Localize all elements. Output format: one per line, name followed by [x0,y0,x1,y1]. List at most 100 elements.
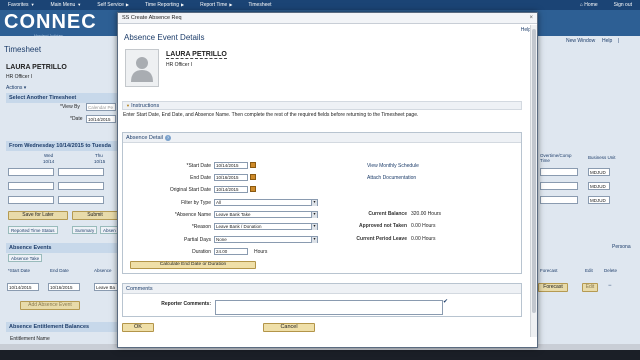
calculate-end-date-button[interactable]: Calculate End Date or Duration [130,261,256,269]
cancel-button[interactable]: Cancel [263,323,315,332]
absence-detail-section: Absence Detail? *Start Date 10/14/2015 E… [122,132,522,274]
day-header-thu: Thu [95,153,103,158]
add-absence-event-button[interactable]: Add Absence Event [20,301,80,310]
nav-signout[interactable]: Sign out [606,2,640,8]
nav-timesheet[interactable]: Timesheet [240,2,279,8]
time-cell[interactable] [58,168,104,176]
nav-favorites-label: Favorites [8,2,29,8]
business-unit-input[interactable]: MDJUD [588,168,610,176]
duration-label: Duration [192,249,211,255]
time-cell[interactable] [8,196,54,204]
view-monthly-schedule-link[interactable]: View Monthly Schedule [367,163,419,169]
original-start-date-label: Original Start Date [169,187,211,193]
help-icon[interactable]: ? [165,135,171,141]
actions-menu[interactable]: Actions ▾ [6,85,26,91]
calendar-icon[interactable] [250,174,256,180]
chevron-down-icon: ▼ [311,237,317,243]
time-cell[interactable] [8,182,54,190]
overtime-cell[interactable] [540,182,578,190]
end-date-input[interactable]: 10/16/2015 [214,174,248,181]
forecast-button[interactable]: Forecast [538,283,568,292]
date-label: *Date [70,116,83,122]
modal-header-title: SS Create Absence Req [122,15,182,21]
original-start-date-input[interactable]: 10/14/2015 [214,186,248,193]
business-unit-input[interactable]: MDJUD [588,182,610,190]
tab-absence-take[interactable]: Absence Take [8,254,43,262]
calendar-icon[interactable] [250,186,256,192]
view-by-label: *View By [60,104,80,110]
chevron-down-icon: ▼ [30,2,35,7]
nav-time-reporting[interactable]: Time Reporting ▶ [137,2,192,8]
time-cell[interactable] [8,168,54,176]
personal-link[interactable]: Persona [612,244,631,250]
submit-button[interactable]: Submit [72,211,118,220]
tab-summary[interactable]: Summary [72,226,98,234]
view-by-select[interactable]: Calendar Pe [86,103,116,111]
period-header: From Wednesday 10/14/2015 to Tuesda [6,141,118,151]
avatar [125,49,159,87]
scrollbar-thumb[interactable] [532,29,536,313]
nav-home[interactable]: ⌂ Home [572,2,606,8]
nav-main-menu[interactable]: Main Menu ▼ [43,2,90,8]
edit-button[interactable]: Edit [582,283,598,292]
person-silhouette-icon [131,57,153,82]
nav-self-service[interactable]: Self Service ▶ [89,2,137,8]
reporter-comments-label: Reporter Comments: [161,301,211,307]
col-start-date: *Start Date [8,268,31,273]
chevron-down-icon: ▼ [77,2,82,7]
new-window-link[interactable]: New Window [566,38,595,44]
nav-time-reporting-label: Time Reporting [145,2,179,8]
instructions-header[interactable]: ▼ Instructions [122,101,522,110]
save-for-later-button[interactable]: Save for Later [8,211,68,220]
time-cell[interactable] [58,182,104,190]
close-icon[interactable]: × [529,15,533,21]
tab-reported-time-status[interactable]: Reported Time Status [8,226,58,234]
reporter-comments-textarea[interactable] [215,300,443,315]
absence-detail-header: Absence Detail? [123,133,521,143]
spellcheck-icon[interactable]: ✔ [443,298,448,305]
personalize-link[interactable]: | [618,38,619,44]
attach-documentation-link[interactable]: Attach Documentation [367,175,416,181]
tab-absence[interactable]: Absen [100,226,119,234]
partial-days-label: Partial Days [184,237,211,243]
entitlement-header: Absence Entitlement Balances [6,322,118,332]
reason-select[interactable]: Leave Bank / Donation ▼ [214,223,318,230]
current-balance-label: Current Balance [368,211,407,217]
current-period-leave-value: 0.00 Hours [411,236,436,242]
partial-days-value: None [216,237,227,242]
modal-vertical-scrollbar[interactable] [530,25,537,337]
row-end-date[interactable]: 10/16/2015 [48,283,80,291]
employee-job: HR Officer I [6,74,33,80]
absence-name-select[interactable]: Leave Bank Take ▼ [214,211,318,218]
nav-report-time-label: Report Time [200,2,228,8]
calendar-icon[interactable] [250,162,256,168]
duration-input[interactable]: 24.00 [214,248,248,255]
overtime-cell[interactable] [540,168,578,176]
nav-self-service-label: Self Service [97,2,124,8]
chevron-down-icon: ▼ [311,200,317,206]
nav-report-time[interactable]: Report Time ▶ [192,2,240,8]
ok-button[interactable]: OK [122,323,154,332]
actions-label: Actions [6,85,23,91]
instructions-text: Enter Start Date, End Date, and Absence … [123,112,419,118]
absence-detail-label: Absence Detail [126,135,163,141]
business-unit-input[interactable]: MDJUD [588,196,610,204]
col-edit: Edit [585,268,593,273]
delete-icon[interactable]: − [608,283,612,289]
partial-days-select[interactable]: None ▼ [214,236,318,243]
help-link[interactable]: Help [602,38,612,44]
start-date-input[interactable]: 10/14/2015 [214,162,248,169]
nav-favorites[interactable]: Favorites ▼ [0,2,43,8]
row-absence[interactable]: Leave Ba [94,283,118,291]
col-business-unit: Business Unit [588,155,616,160]
current-period-leave-label: Current Period Leave [356,236,407,242]
time-cell[interactable] [58,196,104,204]
filter-by-type-select[interactable]: All ▼ [214,199,318,206]
employee-name: LAURA PETRILLO [166,51,227,59]
reason-value: Leave Bank / Donation [216,224,262,229]
instructions-label: Instructions [131,103,160,109]
date-input[interactable]: 10/14/2015 [86,115,116,123]
nav-home-label: Home [584,2,598,8]
row-start-date[interactable]: 10/14/2015 [7,283,39,291]
overtime-cell[interactable] [540,196,578,204]
